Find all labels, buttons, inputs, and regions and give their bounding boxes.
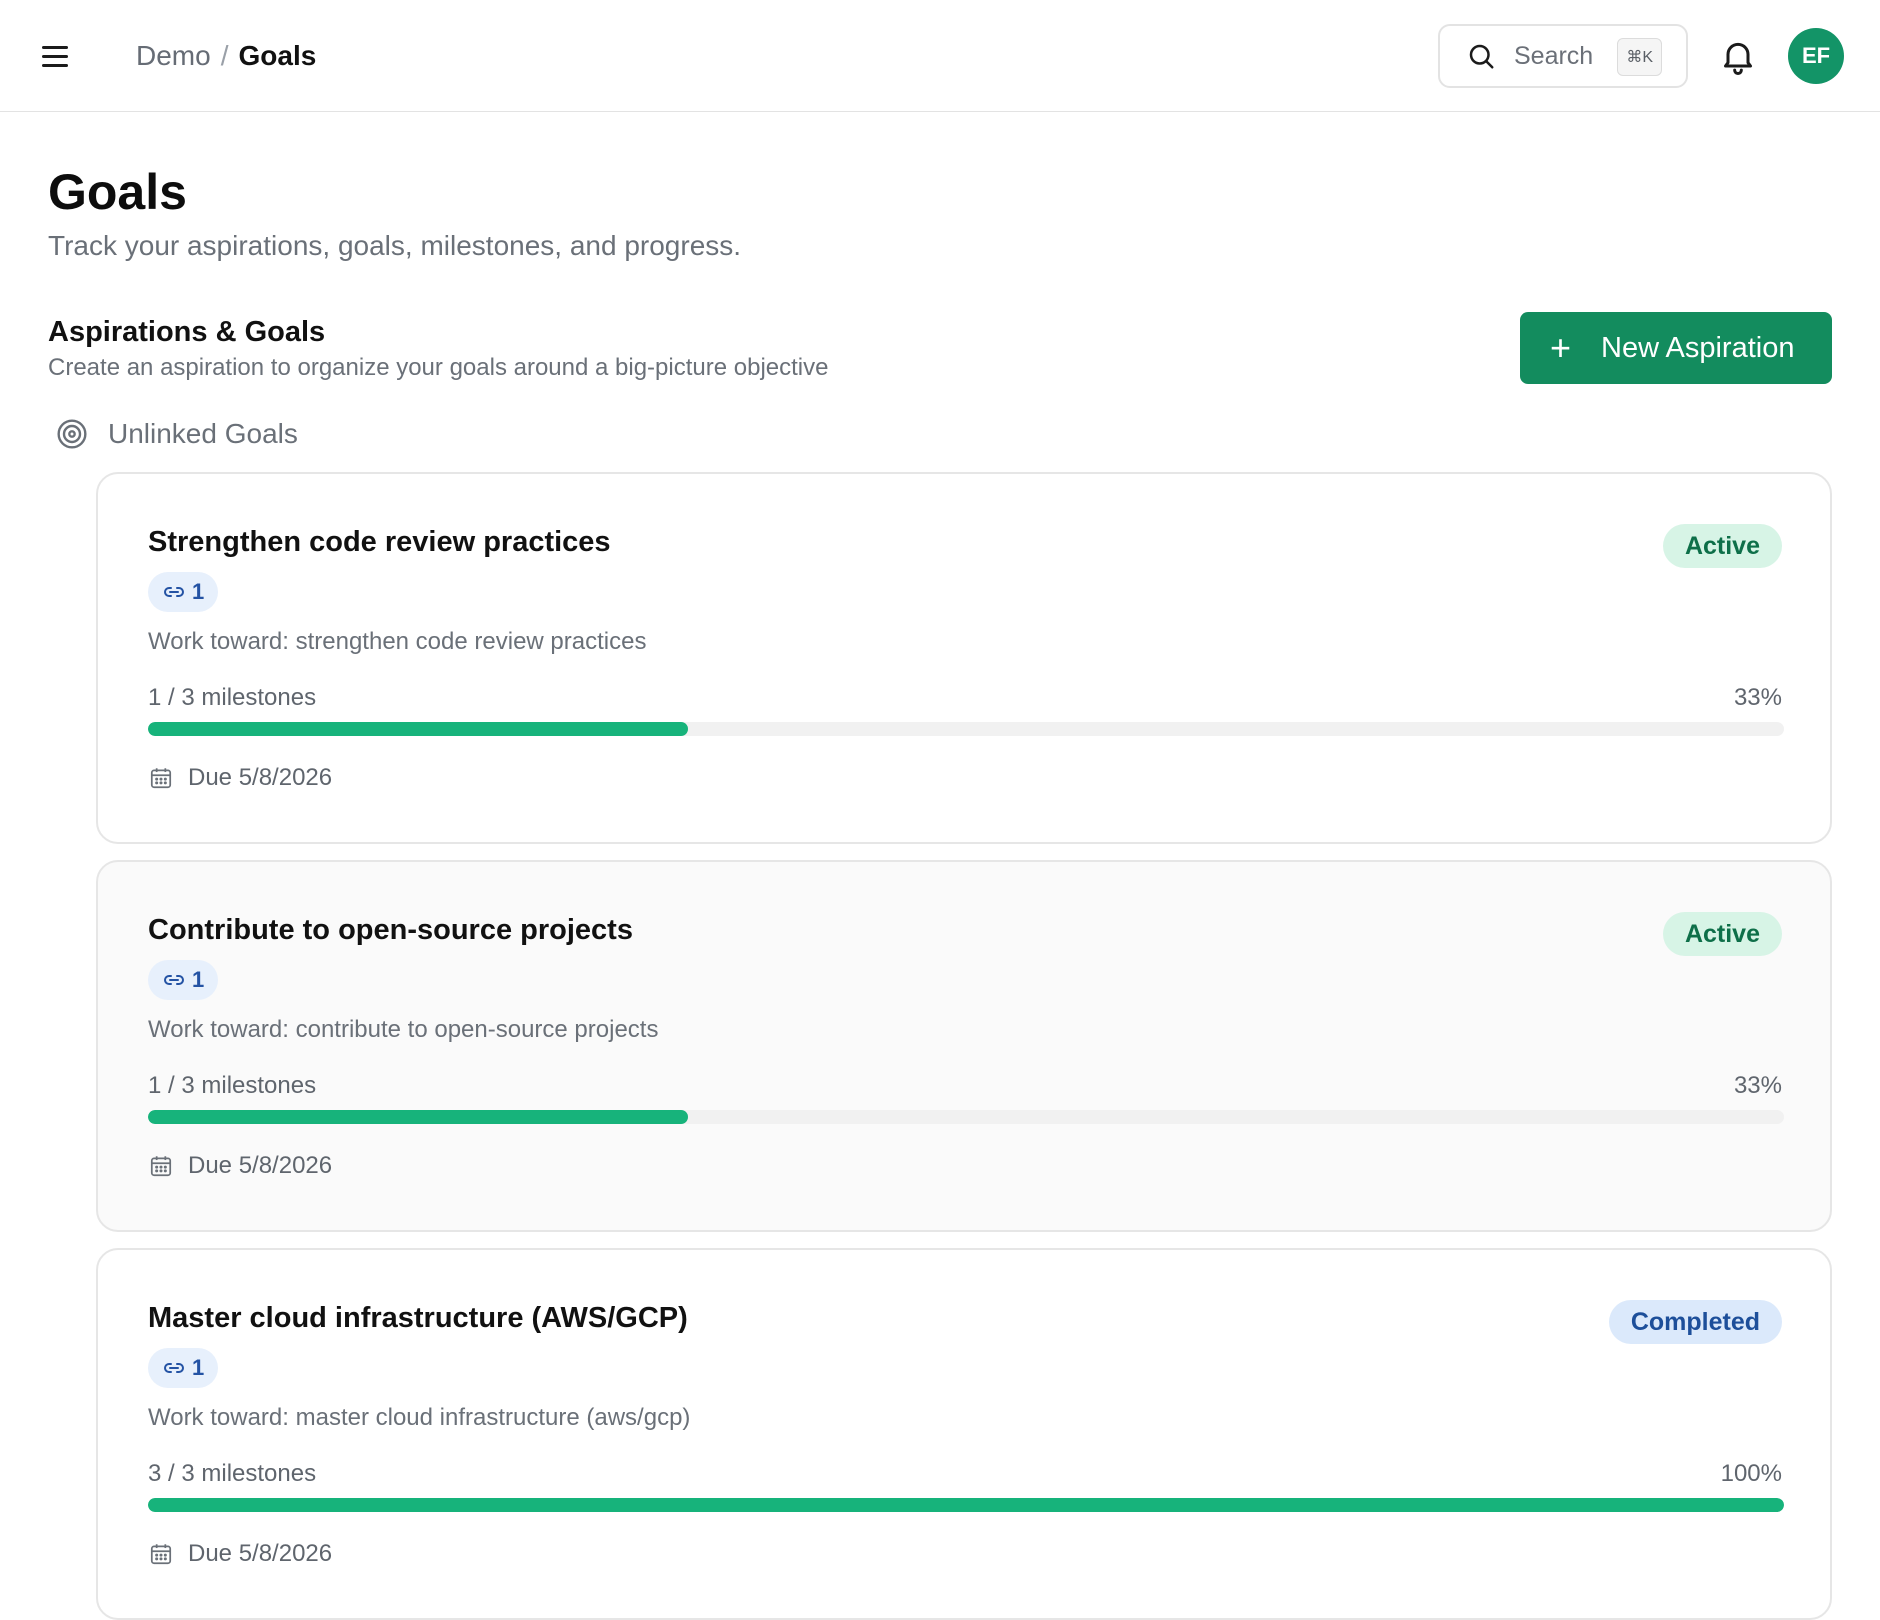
link-count: 1 bbox=[192, 967, 205, 992]
search-icon bbox=[1469, 44, 1494, 69]
milestones-count: 1 / 3 milestones bbox=[148, 684, 317, 711]
progress-fill bbox=[148, 1110, 688, 1124]
goal-title: Contribute to open-source projects bbox=[148, 914, 633, 946]
breadcrumb-current: Goals bbox=[238, 40, 317, 71]
link-count: 1 bbox=[192, 1355, 205, 1380]
goal-card[interactable]: Contribute to open-source projects Activ… bbox=[96, 860, 1832, 1232]
progress-fill bbox=[148, 1498, 1784, 1512]
link-icon bbox=[164, 587, 184, 597]
link-icon bbox=[164, 1363, 184, 1373]
page-title: Goals bbox=[48, 164, 187, 220]
search-button[interactable]: Search ⌘K bbox=[1438, 24, 1688, 88]
unlinked-goals-header: Unlinked Goals bbox=[56, 418, 298, 450]
goal-card[interactable]: Master cloud infrastructure (AWS/GCP) Co… bbox=[96, 1248, 1832, 1620]
menu-icon[interactable] bbox=[42, 38, 86, 74]
milestones-count: 3 / 3 milestones bbox=[148, 1460, 317, 1487]
progress-percent: 33% bbox=[1733, 1072, 1782, 1099]
group-label: Unlinked Goals bbox=[108, 418, 298, 449]
progress-percent: 33% bbox=[1733, 684, 1782, 711]
plus-icon: + bbox=[1550, 327, 1572, 368]
page-subtitle: Track your aspirations, goals, milestone… bbox=[48, 230, 742, 261]
due-date-text: Due 5/8/2026 bbox=[188, 1540, 333, 1567]
target-icon bbox=[57, 419, 87, 449]
due-date-text: Due 5/8/2026 bbox=[188, 764, 333, 791]
bell-icon[interactable] bbox=[1718, 36, 1758, 76]
breadcrumb-separator: / bbox=[220, 40, 229, 71]
calendar-icon bbox=[150, 768, 172, 789]
linked-items-chip[interactable]: 1 bbox=[148, 960, 219, 1000]
breadcrumb: Demo / Goals bbox=[136, 36, 316, 76]
section-description: Create an aspiration to organize your go… bbox=[48, 354, 829, 381]
goal-card[interactable]: Strengthen code review practices Active … bbox=[96, 472, 1832, 844]
goal-description: Work toward: strengthen code review prac… bbox=[148, 628, 647, 655]
due-date-text: Due 5/8/2026 bbox=[188, 1152, 333, 1179]
status-badge: Completed bbox=[1608, 1300, 1782, 1344]
due-date: Due 5/8/2026 bbox=[148, 1540, 332, 1568]
progress-percent: 100% bbox=[1720, 1460, 1782, 1487]
status-badge: Active bbox=[1662, 912, 1782, 956]
linked-items-chip[interactable]: 1 bbox=[148, 572, 219, 612]
breadcrumb-demo[interactable]: Demo bbox=[136, 36, 211, 76]
search-label: Search bbox=[1514, 41, 1594, 70]
status-badge: Active bbox=[1662, 524, 1782, 568]
new-aspiration-label: New Aspiration bbox=[1601, 331, 1795, 364]
goal-description: Work toward: contribute to open-source p… bbox=[148, 1016, 659, 1043]
avatar[interactable]: EF bbox=[1788, 28, 1844, 84]
linked-items-chip[interactable]: 1 bbox=[148, 1348, 219, 1388]
goal-description: Work toward: master cloud infrastructure… bbox=[148, 1404, 691, 1431]
link-icon bbox=[164, 975, 184, 985]
new-aspiration-button[interactable]: + New Aspiration bbox=[1520, 312, 1832, 384]
calendar-icon bbox=[150, 1156, 172, 1177]
progress-bar bbox=[148, 1110, 1784, 1124]
calendar-icon bbox=[150, 1544, 172, 1565]
goal-title: Master cloud infrastructure (AWS/GCP) bbox=[148, 1302, 688, 1334]
milestones-count: 1 / 3 milestones bbox=[148, 1072, 317, 1099]
goal-title: Strengthen code review practices bbox=[148, 526, 611, 558]
progress-fill bbox=[148, 722, 688, 736]
link-count: 1 bbox=[192, 579, 205, 604]
progress-bar bbox=[148, 722, 1784, 736]
top-bar: Demo / Goals Search ⌘K EF bbox=[0, 0, 1880, 112]
due-date: Due 5/8/2026 bbox=[148, 764, 332, 792]
due-date: Due 5/8/2026 bbox=[148, 1152, 332, 1180]
section-title: Aspirations & Goals bbox=[48, 316, 326, 348]
search-shortcut: ⌘K bbox=[1617, 38, 1662, 76]
progress-bar bbox=[148, 1498, 1784, 1512]
